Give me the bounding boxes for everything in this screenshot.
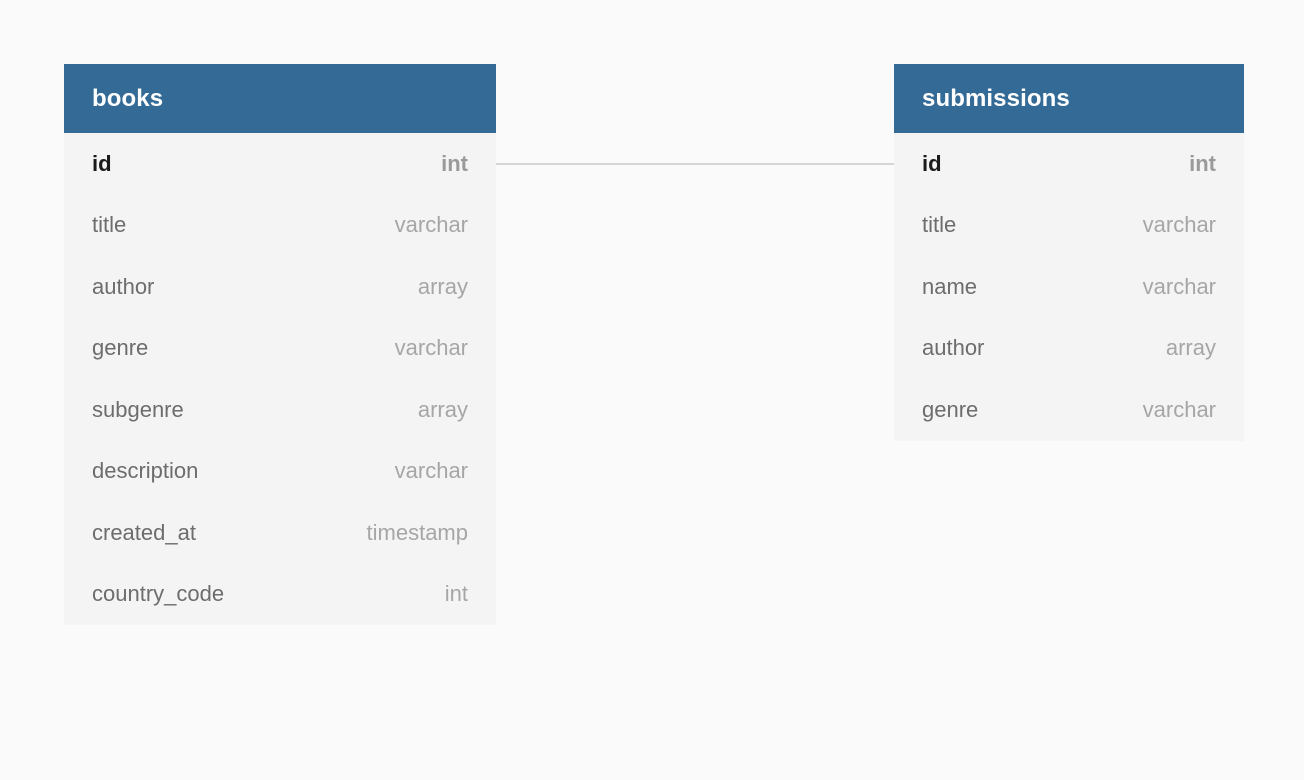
field-type: varchar <box>1142 273 1216 299</box>
field-row[interactable]: genre varchar <box>64 318 496 380</box>
field-row[interactable]: author array <box>894 318 1244 380</box>
field-name: title <box>92 212 127 238</box>
field-row[interactable]: title varchar <box>64 195 496 257</box>
field-type: varchar <box>1142 396 1216 422</box>
schema-diagram-canvas: books id int title varchar author array genre va… <box>0 0 1304 780</box>
field-type: varchar <box>394 212 468 238</box>
field-type: timestamp <box>366 519 468 545</box>
field-name: created_at <box>92 519 196 545</box>
table-card-books[interactable]: books id int title varchar author array genre va… <box>64 64 496 625</box>
relationship-line-books-submissions[interactable] <box>496 163 894 165</box>
table-title: submissions <box>922 84 1070 112</box>
table-header-books[interactable]: books <box>64 64 496 133</box>
field-name: genre <box>922 396 979 422</box>
field-name: id <box>922 150 942 176</box>
field-name: author <box>92 273 155 299</box>
field-row[interactable]: title varchar <box>894 195 1244 257</box>
field-row[interactable]: name varchar <box>894 256 1244 318</box>
field-type: int <box>444 581 468 607</box>
field-name: country_code <box>92 581 225 607</box>
field-type: int <box>441 150 468 176</box>
field-name: name <box>922 273 978 299</box>
field-row[interactable]: id int <box>894 133 1244 195</box>
field-type: varchar <box>1142 212 1216 238</box>
field-row[interactable]: author array <box>64 256 496 318</box>
table-body-books: id int title varchar author array genre varchar… <box>64 133 496 625</box>
field-row[interactable]: country_code int <box>64 564 496 626</box>
table-header-submissions[interactable]: submissions <box>894 64 1244 133</box>
field-type: int <box>1189 150 1216 176</box>
field-name: id <box>92 150 112 176</box>
field-name: genre <box>92 335 149 361</box>
field-type: varchar <box>394 335 468 361</box>
table-card-submissions[interactable]: submissions id int title varchar name varchar a… <box>894 64 1244 441</box>
field-row[interactable]: genre varchar <box>894 379 1244 441</box>
field-type: array <box>417 273 468 299</box>
field-row[interactable]: id int <box>64 133 496 195</box>
field-type: varchar <box>394 458 468 484</box>
field-name: title <box>922 212 957 238</box>
field-type: array <box>417 396 468 422</box>
field-row[interactable]: subgenre array <box>64 379 496 441</box>
field-name: author <box>922 335 985 361</box>
table-title: books <box>92 84 164 112</box>
field-type: array <box>1165 335 1216 361</box>
field-row[interactable]: description varchar <box>64 441 496 503</box>
field-name: description <box>92 458 199 484</box>
table-body-submissions: id int title varchar name varchar author array g… <box>894 133 1244 441</box>
field-name: subgenre <box>92 396 184 422</box>
field-row[interactable]: created_at timestamp <box>64 502 496 564</box>
